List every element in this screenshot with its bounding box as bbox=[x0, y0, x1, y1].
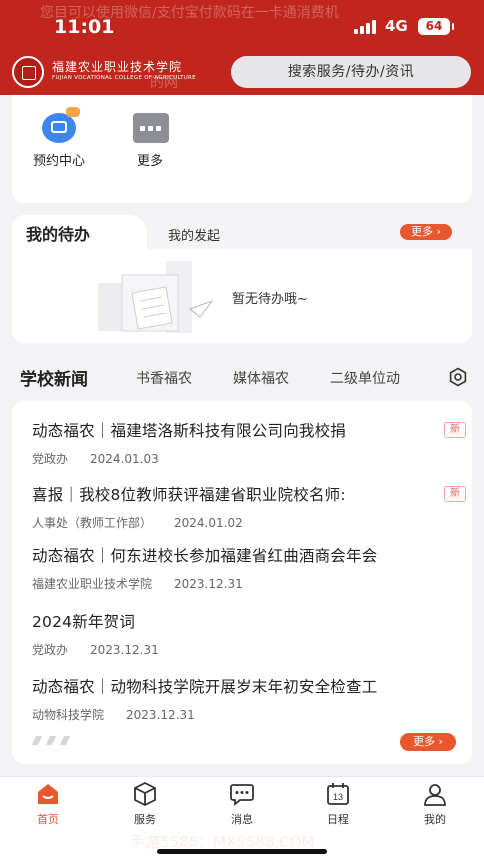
news-title: 动态福农｜福建塔洛斯科技有限公司向我校捐 bbox=[32, 422, 347, 440]
tab-my-initiated[interactable]: 我的发起 bbox=[168, 225, 220, 244]
college-logo: 福建农业职业技术学院 FUJIAN VOCATIONAL COLLEGE OF … bbox=[12, 56, 196, 88]
nav-schedule[interactable]: 13 日程 bbox=[308, 781, 368, 827]
shortcut-card: 预约中心 更多 bbox=[12, 95, 472, 203]
tab-reading[interactable]: 书香福农 bbox=[136, 368, 192, 388]
news-title: 动态福农｜何东进校长参加福建省红曲酒商会年会 bbox=[32, 547, 378, 565]
todo-card: 我的待办 我的发起 更多 › 暂无待办哦~ bbox=[12, 215, 472, 343]
svg-text:13: 13 bbox=[333, 792, 343, 802]
news-date: 2024.01.02 bbox=[174, 516, 243, 530]
empty-todo-text: 暂无待办哦~ bbox=[232, 292, 308, 307]
tab-school-news[interactable]: 学校新闻 bbox=[20, 365, 88, 390]
news-date: 2023.12.31 bbox=[174, 577, 243, 591]
calendar-icon: 13 bbox=[327, 783, 349, 805]
status-time: 11:01 bbox=[54, 16, 115, 38]
home-indicator bbox=[157, 849, 327, 854]
new-tag: 新 bbox=[444, 422, 466, 438]
news-tabbar: 学校新闻 书香福农 媒体福农 二级单位动 bbox=[0, 355, 484, 399]
news-date: 2023.12.31 bbox=[90, 643, 159, 657]
news-item[interactable]: 动态福农｜何东进校长参加福建省红曲酒商会年会 福建农业职业技术学院 2023.12… bbox=[32, 544, 452, 592]
booking-icon bbox=[42, 107, 80, 143]
chat-icon bbox=[230, 784, 254, 806]
search-input[interactable]: 搜索服务/待办/资讯 bbox=[231, 56, 471, 88]
nav-label: 日程 bbox=[327, 813, 349, 826]
news-dept: 动物科技学院 bbox=[32, 708, 105, 722]
network-label: 4G bbox=[385, 17, 408, 35]
todo-tabbar: 我的待办 我的发起 更多 › bbox=[12, 215, 472, 249]
news-dept: 福建农业职业技术学院 bbox=[32, 577, 153, 591]
nav-profile[interactable]: 我的 bbox=[405, 781, 465, 827]
tab-my-todo[interactable]: 我的待办 bbox=[12, 215, 147, 249]
news-item[interactable]: 喜报｜我校8位教师获评福建省职业院校名师: 人事处（教师工作部） 2024.01.… bbox=[32, 483, 466, 531]
cube-icon bbox=[134, 781, 156, 807]
new-badge bbox=[66, 107, 80, 117]
shortcut-label: 更多 bbox=[136, 154, 163, 169]
news-more-button[interactable]: 更多 › bbox=[400, 733, 456, 751]
logo-chinese-name: 福建农业职业技术学院 bbox=[52, 60, 183, 74]
bottom-navigation: 首页 服务 消息 13 日程 我的 手游5588：MX5588.COM bbox=[0, 776, 484, 862]
college-seal-icon bbox=[12, 56, 44, 88]
news-item[interactable]: 动态福农｜福建塔洛斯科技有限公司向我校捐 党政办 2024.01.03 新 bbox=[32, 419, 466, 467]
app-header: 您目可以使用微信/支付宝付款码在一卡通消费机 的网 11:01 4G 64 福建… bbox=[0, 0, 484, 95]
news-title: 2024新年贺词 bbox=[32, 613, 136, 631]
tab-departments[interactable]: 二级单位动 bbox=[330, 368, 416, 388]
logo-english-name: FUJIAN VOCATIONAL COLLEGE OF AGRICULTURE bbox=[52, 75, 196, 81]
home-icon bbox=[38, 784, 58, 804]
news-card: 动态福农｜福建塔洛斯科技有限公司向我校捐 党政办 2024.01.03 新 喜报｜… bbox=[12, 401, 472, 764]
todo-more-button[interactable]: 更多 › bbox=[400, 224, 452, 240]
news-title: 喜报｜我校8位教师获评福建省职业院校名师: bbox=[32, 486, 346, 504]
todo-title: 我的待办 bbox=[26, 225, 91, 244]
nav-label: 消息 bbox=[231, 813, 253, 826]
tab-media[interactable]: 媒体福农 bbox=[233, 368, 289, 388]
nav-label: 我的 bbox=[424, 813, 446, 826]
news-date: 2024.01.03 bbox=[90, 452, 159, 466]
more-grid-icon bbox=[133, 113, 169, 143]
news-title: 动态福农｜动物科技学院开展岁末年初安全检查工 bbox=[32, 678, 378, 696]
status-bar: 11:01 4G 64 bbox=[0, 16, 484, 40]
news-dept: 党政办 bbox=[32, 452, 69, 466]
nav-label: 服务 bbox=[134, 813, 156, 826]
nav-home[interactable]: 首页 bbox=[18, 781, 78, 827]
news-date: 2023.12.31 bbox=[126, 708, 195, 722]
signal-icon bbox=[354, 20, 378, 34]
nav-service[interactable]: 服务 bbox=[115, 781, 175, 827]
empty-inbox-illustration-icon bbox=[98, 261, 214, 333]
pager-dots bbox=[31, 736, 92, 746]
news-item[interactable]: 动态福农｜动物科技学院开展岁末年初安全检查工 动物科技学院 2023.12.31 bbox=[32, 675, 452, 723]
shortcut-label: 预约中心 bbox=[32, 154, 85, 169]
news-item[interactable]: 2024新年贺词 党政办 2023.12.31 bbox=[32, 610, 452, 658]
gear-icon[interactable] bbox=[448, 367, 468, 387]
nav-label: 首页 bbox=[37, 813, 59, 826]
news-dept: 党政办 bbox=[32, 643, 69, 657]
shortcut-booking[interactable]: 预约中心 bbox=[24, 107, 94, 169]
person-icon bbox=[424, 784, 446, 806]
battery-icon: 64 bbox=[418, 18, 454, 35]
news-dept: 人事处（教师工作部） bbox=[32, 516, 153, 530]
shortcut-more[interactable]: 更多 bbox=[115, 113, 185, 169]
new-tag: 新 bbox=[444, 486, 466, 502]
nav-messages[interactable]: 消息 bbox=[212, 781, 272, 827]
